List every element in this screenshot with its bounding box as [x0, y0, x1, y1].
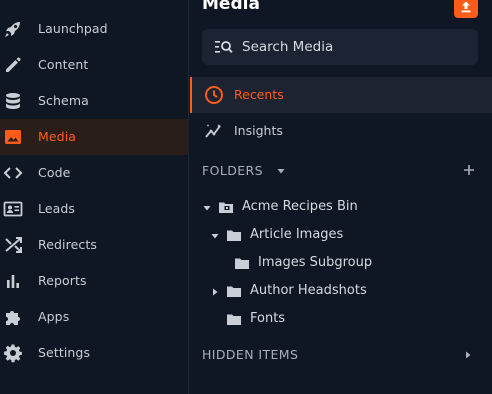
nav-label: Settings — [38, 345, 91, 360]
nav-label: Launchpad — [38, 21, 108, 36]
tree-item-author-headshots[interactable]: Author Headshots — [210, 279, 490, 305]
pencil-icon — [3, 55, 23, 75]
nav-label: Leads — [38, 201, 76, 216]
nav-item-reports[interactable]: Reports — [0, 263, 189, 299]
folder-icon — [226, 312, 242, 326]
hidden-items-header[interactable]: HIDDEN ITEMS — [202, 345, 480, 365]
folders-header[interactable]: FOLDERS — [202, 161, 480, 181]
hidden-items-label: HIDDEN ITEMS — [202, 347, 299, 362]
nav-item-apps[interactable]: Apps — [0, 299, 189, 335]
nav-item-code[interactable]: Code — [0, 155, 189, 191]
upload-icon — [461, 1, 471, 13]
tree-item-article-images[interactable]: Article Images — [210, 223, 490, 249]
tab-label: Insights — [234, 123, 283, 138]
add-folder-icon[interactable] — [462, 163, 476, 177]
contact-card-icon — [3, 199, 23, 219]
nav-item-content[interactable]: Content — [0, 47, 189, 83]
bin-folder-icon — [218, 200, 234, 214]
caret-down-icon[interactable] — [276, 166, 286, 176]
tree-item-label: Images Subgroup — [258, 255, 373, 270]
tab-insights[interactable]: Insights — [190, 113, 492, 149]
search-icon — [215, 39, 233, 55]
tree-item-label: Article Images — [250, 227, 344, 242]
caret-right-icon[interactable] — [210, 287, 220, 297]
nav-label: Redirects — [38, 237, 97, 252]
database-icon — [3, 91, 23, 111]
tab-recents[interactable]: Recents — [190, 77, 492, 113]
caret-down-icon[interactable] — [210, 231, 220, 241]
upload-button[interactable] — [454, 0, 478, 18]
tab-label: Recents — [234, 87, 284, 102]
app-window: Launchpad Content Schema Media Code Lead… — [0, 0, 492, 394]
bar-chart-icon — [3, 271, 23, 291]
gear-icon — [3, 343, 23, 363]
nav-label: Schema — [38, 93, 89, 108]
folders-header-label: FOLDERS — [202, 163, 263, 178]
search-placeholder: Search Media — [242, 39, 334, 55]
media-panel: Media Search Media Recents Insights FOLD… — [190, 0, 492, 394]
main-sidebar: Launchpad Content Schema Media Code Lead… — [0, 0, 189, 394]
nav-label: Media — [38, 129, 77, 144]
nav-label: Code — [38, 165, 71, 180]
nav-item-schema[interactable]: Schema — [0, 83, 189, 119]
folder-icon — [226, 284, 242, 298]
caret-down-icon[interactable] — [202, 203, 212, 213]
image-icon — [3, 127, 23, 147]
tree-item-label: Author Headshots — [250, 283, 367, 298]
insights-icon — [204, 121, 224, 141]
nav-item-redirects[interactable]: Redirects — [0, 227, 189, 263]
caret-right-icon[interactable] — [463, 350, 473, 360]
page-title: Media — [202, 0, 260, 14]
rocket-icon — [3, 19, 23, 39]
shuffle-icon — [3, 235, 23, 255]
search-input[interactable]: Search Media — [202, 29, 478, 65]
nav-item-settings[interactable]: Settings — [0, 335, 189, 371]
nav-label: Content — [38, 57, 89, 72]
nav-item-media[interactable]: Media — [0, 119, 189, 155]
folder-icon — [234, 256, 250, 270]
folder-icon — [226, 228, 242, 242]
clock-icon — [204, 85, 224, 105]
tree-item-acme-recipes-bin[interactable]: Acme Recipes Bin — [202, 195, 482, 221]
nav-label: Apps — [38, 309, 70, 324]
active-tab-indicator — [190, 77, 192, 113]
puzzle-icon — [3, 307, 23, 327]
nav-item-launchpad[interactable]: Launchpad — [0, 11, 189, 47]
tree-item-fonts[interactable]: Fonts — [210, 307, 490, 333]
tree-item-label: Acme Recipes Bin — [242, 199, 358, 214]
code-icon — [3, 163, 23, 183]
nav-label: Reports — [38, 273, 87, 288]
nav-item-leads[interactable]: Leads — [0, 191, 189, 227]
tree-item-label: Fonts — [250, 311, 286, 326]
tree-item-images-subgroup[interactable]: Images Subgroup — [218, 251, 492, 277]
